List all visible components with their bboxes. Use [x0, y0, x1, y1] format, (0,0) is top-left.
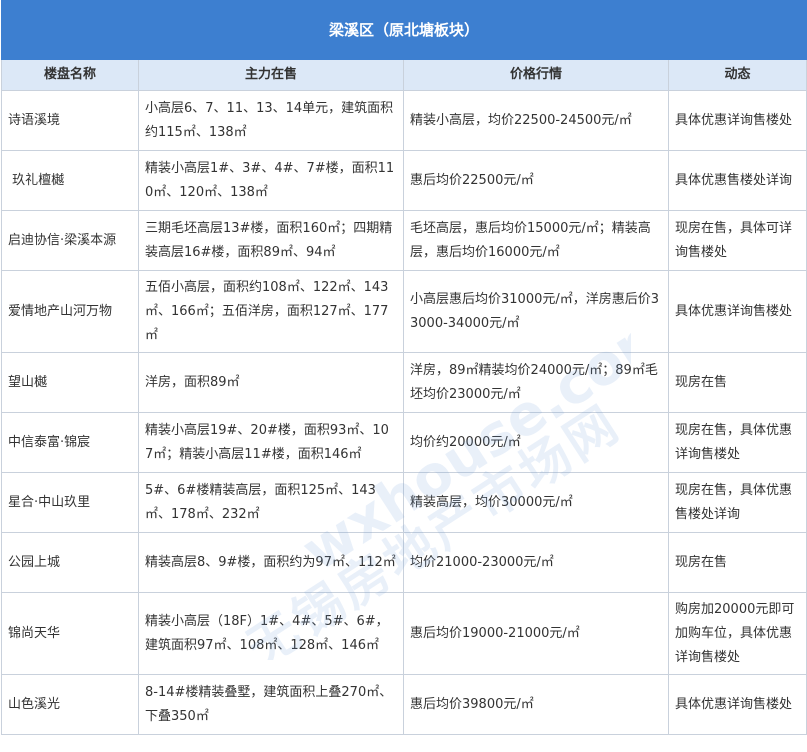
cell-status: 购房加20000元即可加购车位，具体优惠详询售楼处	[667, 592, 807, 675]
table-row: 诗语溪境 小高层6、7、11、13、14单元，建筑面积约115㎡、138㎡ 精装…	[1, 90, 807, 151]
cell-name: 中信泰富·锦宸	[1, 412, 139, 473]
cell-main-sale: 小高层6、7、11、13、14单元，建筑面积约115㎡、138㎡	[138, 90, 404, 151]
cell-name: 玖礼檀樾	[1, 150, 139, 211]
table-row: 望山樾 洋房，面积89㎡ 洋房，89㎡精装均价24000元/㎡；89㎡毛坯均价2…	[1, 352, 807, 413]
cell-main-sale: 5#、6#楼精装高层，面积125㎡、143㎡、178㎡、232㎡	[138, 472, 404, 533]
cell-main-sale: 精装小高层（18F）1#、4#、5#、6#，建筑面积97㎡、108㎡、128㎡、…	[138, 592, 404, 675]
table-row: 山色溪光 8-14#楼精装叠墅，建筑面积上叠270㎡、下叠350㎡ 惠后均价39…	[1, 674, 807, 735]
table-row: 锦尚天华 精装小高层（18F）1#、4#、5#、6#，建筑面积97㎡、108㎡、…	[1, 592, 807, 675]
cell-main-sale: 8-14#楼精装叠墅，建筑面积上叠270㎡、下叠350㎡	[138, 674, 404, 735]
cell-status: 现房在售，具体优惠售楼处详询	[667, 472, 807, 533]
cell-main-sale: 精装小高层1#、3#、4#、7#楼，面积110㎡、120㎡、138㎡	[138, 150, 404, 211]
cell-name: 锦尚天华	[1, 592, 139, 675]
header-name: 楼盘名称	[1, 59, 139, 91]
cell-status: 现房在售	[667, 352, 807, 413]
cell-price: 精装高层，均价30000元/㎡	[403, 472, 669, 533]
cell-status: 具体优惠售楼处详询	[667, 150, 807, 211]
cell-price: 惠后均价22500元/㎡	[403, 150, 669, 211]
listing-table: 梁溪区（原北塘板块） 楼盘名称 主力在售 价格行情 动态 诗语溪境 小高层6、7…	[0, 0, 807, 735]
cell-price: 均价约20000元/㎡	[403, 412, 669, 473]
cell-price: 毛坯高层，惠后均价15000元/㎡；精装高层，惠后均价16000元/㎡	[403, 210, 669, 271]
cell-name: 诗语溪境	[1, 90, 139, 151]
cell-status: 现房在售，具体优惠详询售楼处	[667, 412, 807, 473]
cell-status: 现房在售	[667, 532, 807, 593]
table-row: 中信泰富·锦宸 精装小高层19#、20#楼，面积93㎡、107㎡；精装小高层11…	[1, 412, 807, 473]
cell-main-sale: 三期毛坯高层13#楼，面积160㎡；四期精装高层16#楼，面积89㎡、94㎡	[138, 210, 404, 271]
cell-price: 精装小高层，均价22500-24500元/㎡	[403, 90, 669, 151]
cell-status: 具体优惠详询售楼处	[667, 674, 807, 735]
cell-price: 小高层惠后均价31000元/㎡，洋房惠后价33000-34000元/㎡	[403, 270, 669, 353]
header-status: 动态	[667, 59, 807, 91]
table-row: 玖礼檀樾 精装小高层1#、3#、4#、7#楼，面积110㎡、120㎡、138㎡ …	[1, 150, 807, 211]
header-main-sale: 主力在售	[138, 59, 404, 91]
table-row: 公园上城 精装高层8、9#楼，面积约为97㎡、112㎡ 均价21000-2300…	[1, 532, 807, 593]
cell-main-sale: 精装小高层19#、20#楼，面积93㎡、107㎡；精装小高层11#楼，面积146…	[138, 412, 404, 473]
cell-status: 现房在售，具体可详询售楼处	[667, 210, 807, 271]
header-price: 价格行情	[403, 59, 669, 91]
cell-name: 望山樾	[1, 352, 139, 413]
cell-price: 均价21000-23000元/㎡	[403, 532, 669, 593]
cell-main-sale: 五佰小高层，面积约108㎡、122㎡、143㎡、166㎡；五佰洋房，面积127㎡…	[138, 270, 404, 353]
cell-name: 星合·中山玖里	[1, 472, 139, 533]
cell-name: 启迪协信·梁溪本源	[1, 210, 139, 271]
cell-price: 洋房，89㎡精装均价24000元/㎡；89㎡毛坯均价23000元/㎡	[403, 352, 669, 413]
table-row: 爱情地产山河万物 五佰小高层，面积约108㎡、122㎡、143㎡、166㎡；五佰…	[1, 270, 807, 353]
cell-name: 爱情地产山河万物	[1, 270, 139, 353]
cell-price: 惠后均价19000-21000元/㎡	[403, 592, 669, 675]
cell-status: 具体优惠详询售楼处	[667, 90, 807, 151]
table-header-row: 楼盘名称 主力在售 价格行情 动态	[1, 59, 807, 91]
cell-price: 惠后均价39800元/㎡	[403, 674, 669, 735]
table-row: 启迪协信·梁溪本源 三期毛坯高层13#楼，面积160㎡；四期精装高层16#楼，面…	[1, 210, 807, 271]
cell-main-sale: 洋房，面积89㎡	[138, 352, 404, 413]
table-title-row: 梁溪区（原北塘板块）	[0, 0, 807, 60]
cell-main-sale: 精装高层8、9#楼，面积约为97㎡、112㎡	[138, 532, 404, 593]
cell-name: 山色溪光	[1, 674, 139, 735]
listing-table-container: 梁溪区（原北塘板块） 楼盘名称 主力在售 价格行情 动态 诗语溪境 小高层6、7…	[0, 0, 807, 735]
table-title: 梁溪区（原北塘板块）	[0, 0, 807, 60]
cell-status: 具体优惠详询售楼处	[667, 270, 807, 353]
cell-name: 公园上城	[1, 532, 139, 593]
table-row: 星合·中山玖里 5#、6#楼精装高层，面积125㎡、143㎡、178㎡、232㎡…	[1, 472, 807, 533]
